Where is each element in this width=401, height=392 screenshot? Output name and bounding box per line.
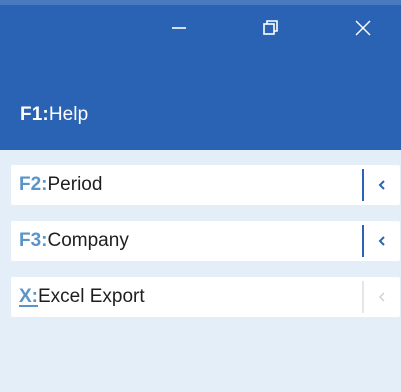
chevron-left-icon xyxy=(379,292,385,302)
expand-period-button[interactable] xyxy=(364,165,400,205)
minimize-button[interactable] xyxy=(156,8,202,48)
menu-item-key: F3: xyxy=(19,230,48,251)
expand-excel-export-button[interactable] xyxy=(364,277,400,317)
close-icon xyxy=(355,20,371,36)
menu-item-label: F3:Company xyxy=(19,230,129,252)
restore-button[interactable] xyxy=(248,8,294,48)
help-link[interactable]: F1: Help xyxy=(20,100,88,130)
menu-item-key: X: xyxy=(19,286,38,307)
menu-item-key: F2: xyxy=(19,174,48,195)
menu-item-text: Period xyxy=(47,174,103,195)
restore-icon xyxy=(263,20,278,35)
chevron-left-icon xyxy=(378,180,385,190)
title-bar-edge xyxy=(0,0,401,5)
menu-item-company[interactable]: F3:Company xyxy=(11,221,400,261)
close-button[interactable] xyxy=(340,8,386,48)
minimize-icon xyxy=(172,27,186,29)
title-bar: F1: Help xyxy=(0,0,401,150)
app-window: F1: Help F2:Period F3:Company X:Excel Ex… xyxy=(0,0,401,392)
menu-item-period[interactable]: F2:Period xyxy=(11,165,400,205)
expand-company-button[interactable] xyxy=(364,221,400,261)
menu-item-label: F2:Period xyxy=(19,174,102,196)
help-key: F1: xyxy=(20,104,49,125)
chevron-left-icon xyxy=(378,236,385,246)
menu-item-excel-export[interactable]: X:Excel Export xyxy=(11,277,400,317)
menu-item-label: X:Excel Export xyxy=(19,286,145,308)
menu-item-text: Excel Export xyxy=(38,286,145,307)
help-label: Help xyxy=(48,104,89,125)
menu-item-text: Company xyxy=(47,230,129,251)
